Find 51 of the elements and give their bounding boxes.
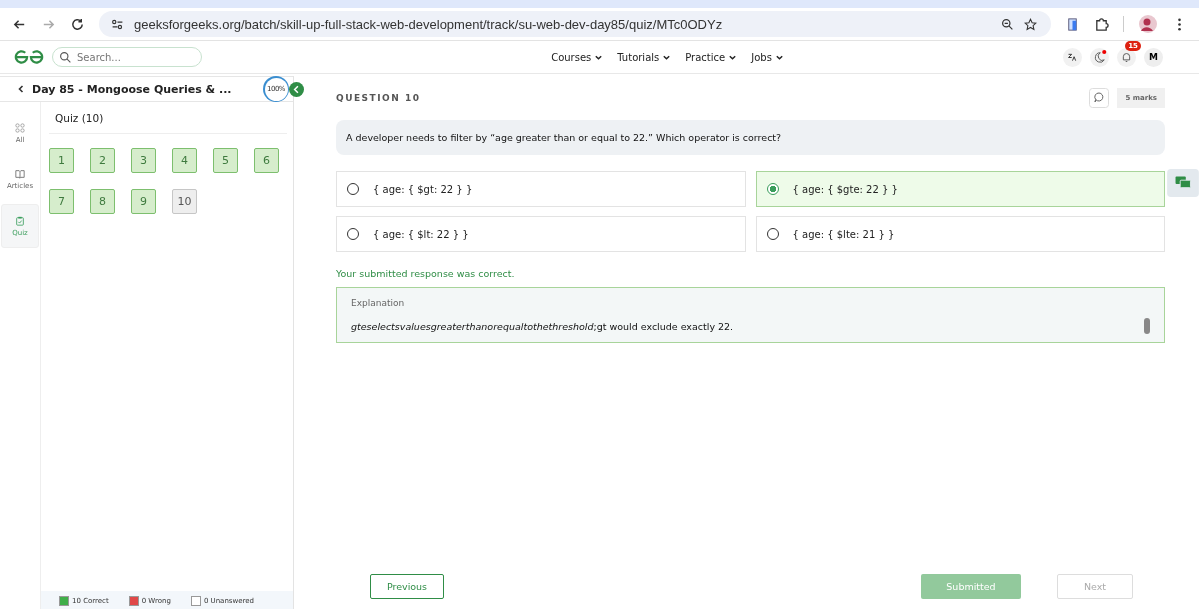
answer-option[interactable]: { age: { $gte: 22 } }: [755, 171, 1165, 207]
result-message: Your submitted response was correct.: [336, 268, 516, 279]
extension-icon[interactable]: [1065, 16, 1080, 32]
footer-button[interactable]: Previous: [370, 574, 444, 599]
explanation-text: gteselectsvaluesgreaterthanorequaltothethreshold;gt would exclude exactly 22.: [351, 320, 735, 332]
grid-icon: [15, 122, 25, 133]
question-number-button[interactable]: 10: [172, 189, 197, 214]
explanation-title: Explanation: [351, 298, 406, 308]
back-chevron-icon[interactable]: [16, 84, 26, 94]
question-number-button[interactable]: 7: [49, 189, 74, 214]
url-text: geeksforgeeks.org/batch/skill-up-full-stack-web-development/track/su-web-dev-day85/quiz/MTc0ODYz: [134, 16, 724, 32]
book-icon: [15, 168, 25, 179]
answer-option[interactable]: { age: { $gt: 22 } }: [336, 171, 746, 207]
user-avatar[interactable]: M: [1144, 47, 1163, 67]
nav-menu-link[interactable]: Tutorials: [617, 51, 672, 63]
dark-mode-moon-icon[interactable]: [1090, 47, 1109, 67]
question-number-button[interactable]: 2: [90, 148, 115, 173]
question-number-button[interactable]: 3: [131, 148, 156, 173]
nav-menu-link[interactable]: Practice: [685, 51, 738, 63]
question-number-button[interactable]: 4: [172, 148, 197, 173]
puzzle-icon[interactable]: [1094, 16, 1109, 32]
search-field[interactable]: Search...: [52, 47, 202, 67]
bookmark-star-icon[interactable]: [1024, 17, 1037, 31]
course-day-title: Day 85 - Mongoose Queries & ...: [32, 82, 233, 96]
logo-icon[interactable]: [14, 49, 44, 65]
radio-button[interactable]: [766, 183, 779, 195]
address-bar[interactable]: geeksforgeeks.org/batch/skill-up-full-stack-web-development/track/su-web-dev-day85/quiz/MTc0ODYz: [99, 11, 1051, 37]
chat-icon[interactable]: [1167, 169, 1199, 197]
search-icon: [59, 51, 72, 64]
profile-avatar-icon[interactable]: [1138, 14, 1158, 34]
clipboard-icon: [15, 215, 25, 226]
notification-bell-icon[interactable]: [1117, 47, 1136, 67]
question-number-button[interactable]: 8: [90, 189, 115, 214]
zoom-icon[interactable]: [1001, 17, 1014, 31]
question-number-button[interactable]: 5: [213, 148, 238, 173]
answer-option[interactable]: { age: { $lt: 22 } }: [336, 216, 746, 252]
comment-icon[interactable]: [1089, 88, 1110, 108]
question-text: A developer needs to filter by “age greater than or equal to 22.” Which operator is correct?: [336, 120, 1165, 155]
scrollbar-thumb[interactable]: [1144, 318, 1150, 334]
quiz-section-title: Quiz (10): [49, 102, 287, 134]
question-number-button[interactable]: 1: [49, 148, 74, 173]
answer-option[interactable]: { age: { $lte: 21 } }: [755, 216, 1165, 252]
question-number-button[interactable]: 9: [131, 189, 156, 214]
translate-icon[interactable]: [1063, 47, 1082, 67]
nav-menu-link[interactable]: Courses: [551, 51, 604, 63]
site-settings-icon[interactable]: [111, 17, 124, 31]
question-number-button[interactable]: 6: [254, 148, 279, 173]
question-heading: QUESTION 10: [336, 93, 422, 103]
nav-menu-link[interactable]: Jobs: [751, 51, 784, 63]
reload-icon[interactable]: [70, 16, 85, 32]
collapse-panel-icon[interactable]: [289, 81, 304, 97]
